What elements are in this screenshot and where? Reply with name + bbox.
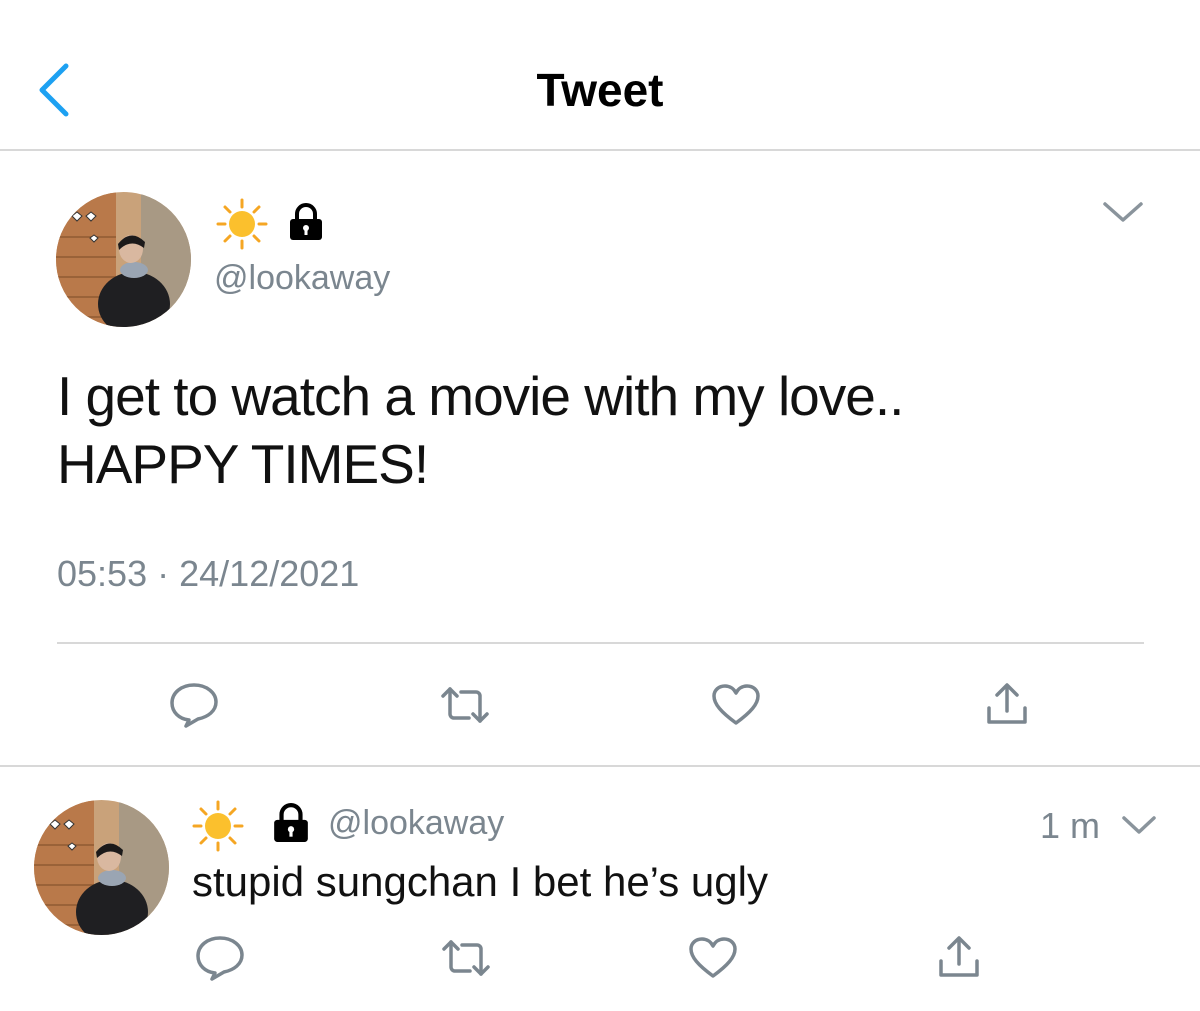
retweet-button[interactable]	[440, 937, 492, 984]
tweet-text: I get to watch a movie with my love.. HA…	[57, 362, 1137, 498]
more-options-button[interactable]	[1101, 196, 1145, 231]
tweet-time-ago: 1 m	[1040, 805, 1101, 846]
reply-icon	[170, 683, 218, 728]
chevron-down-icon	[1122, 816, 1156, 834]
divider	[57, 642, 1144, 644]
avatar[interactable]	[34, 800, 169, 935]
lock-icon	[287, 203, 325, 246]
share-icon	[987, 683, 1027, 724]
share-icon	[939, 936, 979, 977]
heart-icon	[689, 937, 737, 978]
tweet-date: 24/12/2021	[179, 553, 360, 594]
more-options-button[interactable]	[1120, 812, 1158, 843]
reply-icon	[196, 936, 244, 981]
tweet-text: stupid sungchan I bet he’s ugly	[192, 858, 768, 905]
like-button[interactable]	[688, 936, 738, 985]
sun-emoji-icon	[215, 198, 269, 250]
sun-emoji-icon	[191, 800, 245, 852]
share-button[interactable]	[985, 681, 1029, 732]
reply-button[interactable]	[194, 934, 246, 987]
divider	[0, 765, 1200, 767]
heart-icon	[712, 684, 760, 725]
tweet-timestamp: 05:53 · 24/12/2021	[57, 552, 359, 596]
lock-icon	[271, 803, 311, 848]
like-button[interactable]	[711, 683, 761, 732]
avatar[interactable]	[56, 192, 191, 327]
tweet-time: 05:53	[57, 553, 148, 594]
tweet-handle[interactable]: @lookaway	[214, 258, 390, 298]
retweet-button[interactable]	[439, 684, 491, 731]
tweet-handle[interactable]: @lookaway	[328, 803, 504, 843]
reply-button[interactable]	[168, 681, 220, 734]
share-button[interactable]	[937, 934, 981, 985]
retweet-icon	[441, 687, 489, 723]
chevron-down-icon	[1103, 202, 1143, 222]
retweet-icon	[442, 940, 490, 976]
tweet-text-line: HAPPY TIMES!	[57, 433, 429, 495]
tweet-text-line: I get to watch a movie with my love..	[57, 365, 904, 427]
page-title: Tweet	[536, 64, 664, 116]
separator-dot: ·	[157, 553, 170, 594]
